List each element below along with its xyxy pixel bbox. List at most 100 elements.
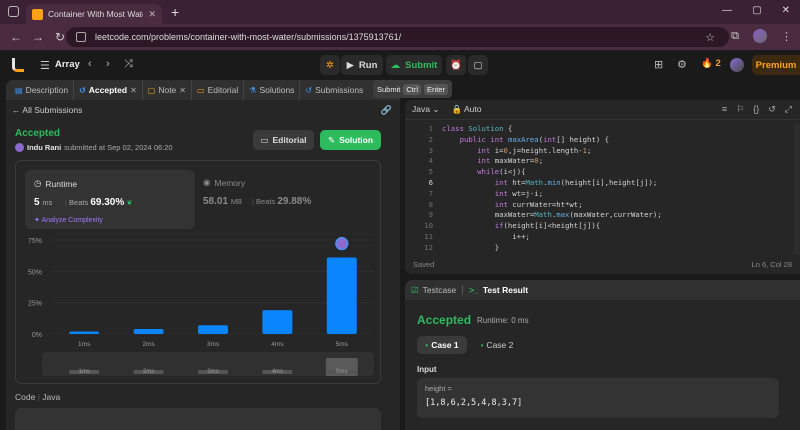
line-number: 12 xyxy=(424,242,433,252)
tab-submissions[interactable]: ↺ Submissions xyxy=(300,80,368,100)
code-line[interactable]: 12 } xyxy=(405,243,800,254)
reset-icon[interactable]: ↺ xyxy=(768,104,776,115)
leetcode-logo-icon[interactable] xyxy=(12,58,24,72)
bar xyxy=(69,331,100,334)
url-input[interactable]: leetcode.com/problems/container-with-mos… xyxy=(66,27,729,47)
extensions-icon[interactable]: ⧉ xyxy=(731,30,739,43)
submitter-avatar[interactable] xyxy=(15,143,24,152)
analyze-complexity-link[interactable]: ✦ Analyze Complexity xyxy=(34,216,103,224)
expand-icon[interactable]: ⤢ xyxy=(785,104,792,115)
code-line[interactable]: 10 if(height[i]<height[j]){ xyxy=(405,221,800,232)
solution-button[interactable]: ✎ Solution xyxy=(320,130,381,150)
problem-list-link[interactable]: Array xyxy=(55,59,80,70)
timer-button[interactable]: ⏰ xyxy=(446,55,466,75)
tab-testcase[interactable]: ☑ Testcase xyxy=(411,285,456,296)
runtime-distribution-chart[interactable]: 75% 50% 25% 0% 1ms 2ms 3ms 4ms 5ms 1ms 2ms 3ms 4ms 5m… xyxy=(6,230,400,390)
user-avatar[interactable] xyxy=(730,58,744,72)
streak-counter[interactable]: 🔥 2 xyxy=(701,58,721,69)
y-tick-label: 25% xyxy=(28,301,42,308)
run-button[interactable]: ▶ Run xyxy=(341,55,383,75)
code-text: } xyxy=(442,242,500,252)
settings-gear-icon[interactable]: ⚙ xyxy=(677,58,687,71)
editorial-button[interactable]: ▭ Editorial xyxy=(253,130,314,150)
language-select[interactable]: Java ⌄ xyxy=(412,104,439,115)
debug-button[interactable]: ✲ xyxy=(320,55,340,75)
format-icon[interactable]: ≡ xyxy=(722,104,727,115)
line-number: 1 xyxy=(428,124,433,133)
language-value: Java xyxy=(412,104,430,114)
history-icon: ↺ xyxy=(79,85,86,95)
prev-problem-icon[interactable]: ‹ xyxy=(88,58,92,70)
submit-button[interactable]: ☁ Submit xyxy=(386,55,442,75)
tab-label: Accepted xyxy=(88,85,128,95)
note-icon: ▢ xyxy=(473,59,483,71)
browser-tab[interactable]: Container With Most Water - Le ✕ xyxy=(26,4,162,24)
minimize-icon[interactable]: — xyxy=(722,5,732,16)
next-problem-icon[interactable]: › xyxy=(106,58,110,70)
memory-beats-value: 29.88% xyxy=(277,196,312,207)
shuffle-icon[interactable]: ⤨ xyxy=(124,58,133,71)
problem-list-icon[interactable]: ☰ xyxy=(40,59,50,72)
reload-icon[interactable]: ↻ xyxy=(54,30,66,44)
tab-editorial[interactable]: ▭ Editorial xyxy=(192,80,245,100)
braces-icon[interactable]: {} xyxy=(753,104,759,115)
close-tab-note-icon[interactable]: ✕ xyxy=(179,86,186,95)
tab-test-result[interactable]: >_ Test Result xyxy=(469,285,528,295)
close-tab-accepted-icon[interactable]: ✕ xyxy=(130,86,137,95)
all-submissions-link[interactable]: ← All Submissions xyxy=(12,105,82,115)
code-line[interactable]: 5 while(i<j){ xyxy=(405,167,800,178)
code-line[interactable]: 11 i++; xyxy=(405,232,800,243)
code-line[interactable]: 2 public int maxArea(int[] height) { xyxy=(405,135,800,146)
x-tick-label: 5ms xyxy=(336,341,349,348)
layout-grid-icon[interactable]: ⊞ xyxy=(654,58,663,71)
code-line[interactable]: 4 int maxWater=0; xyxy=(405,156,800,167)
runtime-card[interactable]: ◷ Runtime 5 ms | Beats 69.30% ❦ ✦ Analyze… xyxy=(25,170,195,229)
bar xyxy=(133,328,164,334)
premium-button[interactable]: Premium xyxy=(752,55,800,75)
editor-scrollbar[interactable] xyxy=(794,124,800,254)
back-icon[interactable]: ← xyxy=(10,30,22,44)
auto-mode-label: Auto xyxy=(463,104,482,114)
checkbox-icon: ☑ xyxy=(411,284,419,295)
submitted-code-box[interactable] xyxy=(15,408,381,430)
browser-profile-avatar[interactable] xyxy=(753,29,767,43)
code-line[interactable]: 8 int currWater=ht*wt; xyxy=(405,200,800,211)
bookmark-icon[interactable]: ⚐ xyxy=(736,104,744,115)
code-line[interactable]: 3 int i=0,j=height.length-1; xyxy=(405,146,800,157)
maximize-icon[interactable]: ▢ xyxy=(752,5,761,16)
case-2-tab[interactable]: • Case 2 xyxy=(477,336,517,354)
forward-icon[interactable]: → xyxy=(32,30,44,44)
code-line[interactable]: 7 int wt=j-i; xyxy=(405,189,800,200)
tab-description[interactable]: ▤ Description xyxy=(10,80,75,100)
tab-note[interactable]: ▢ Note ✕ xyxy=(143,80,192,100)
note-icon: ▢ xyxy=(147,85,156,95)
code-lang: Java xyxy=(42,392,61,402)
close-tab-icon[interactable]: ✕ xyxy=(148,9,156,20)
bar xyxy=(326,257,357,334)
code-line[interactable]: 6 int ht=Math.min(height[i],height[j]); xyxy=(405,178,800,189)
x-tick-label: 4ms xyxy=(271,341,284,348)
close-window-icon[interactable]: ✕ xyxy=(782,5,790,16)
code-area[interactable]: 1 class Solution {2 public int maxArea(in… xyxy=(405,124,800,254)
auto-mode[interactable]: 🔒 Auto xyxy=(451,104,481,115)
code-line[interactable]: 9 maxWater=Math.max(maxWater,currWater); xyxy=(405,210,800,221)
browser-menu-icon[interactable]: ⋮ xyxy=(781,30,792,43)
address-bar-row: ← → ↻ leetcode.com/problems/container-wi… xyxy=(0,24,800,50)
book-icon: ▭ xyxy=(197,85,205,95)
case-1-tab[interactable]: • Case 1 xyxy=(417,336,467,354)
test-result-label: Test Result xyxy=(482,285,529,295)
share-link-icon[interactable]: 🔗 xyxy=(381,105,392,116)
line-number: 8 xyxy=(428,199,433,209)
site-info-icon[interactable] xyxy=(76,32,86,42)
test-runtime: Runtime: 0 ms xyxy=(477,316,529,325)
bookmark-star-icon[interactable]: ☆ xyxy=(705,31,715,44)
tab-list-icon[interactable] xyxy=(8,6,19,17)
browser-tab-title: Container With Most Water - Le xyxy=(48,9,143,19)
submitter-name[interactable]: Indu Rani xyxy=(27,143,61,152)
new-tab-icon[interactable]: + xyxy=(171,4,179,20)
tab-solutions[interactable]: ⚗ Solutions xyxy=(244,80,301,100)
tab-accepted[interactable]: ↺ Accepted ✕ xyxy=(74,80,143,100)
code-line[interactable]: 1 class Solution { xyxy=(405,124,800,135)
notes-button[interactable]: ▢ xyxy=(468,55,488,75)
analyze-label: Analyze Complexity xyxy=(41,217,103,224)
